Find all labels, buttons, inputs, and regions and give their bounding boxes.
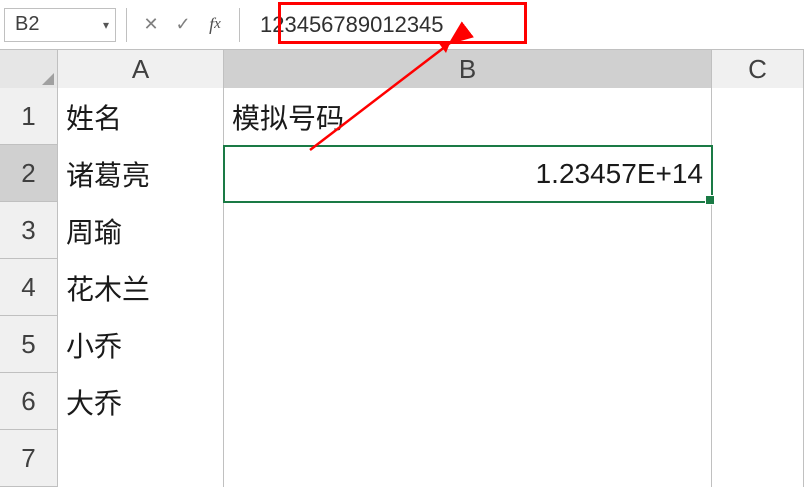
cell-A2[interactable]: 诸葛亮	[58, 145, 224, 202]
cell-B4[interactable]	[224, 259, 712, 316]
cell-C6[interactable]	[712, 373, 804, 430]
chevron-down-icon: ▾	[103, 18, 109, 32]
name-box-value: B2	[15, 13, 39, 36]
cancel-icon[interactable]: ✕	[137, 8, 165, 42]
row-header-5[interactable]: 5	[0, 316, 58, 372]
row-4: 4 花木兰	[0, 259, 804, 316]
column-header-C[interactable]: C	[712, 50, 804, 88]
row-3: 3 周瑜	[0, 202, 804, 259]
cell-C5[interactable]	[712, 316, 804, 373]
cell-A3[interactable]: 周瑜	[58, 202, 224, 259]
cell-B1[interactable]: 模拟号码	[224, 88, 712, 145]
column-header-A[interactable]: A	[58, 50, 224, 88]
row-5: 5 小乔	[0, 316, 804, 373]
cell-B3[interactable]	[224, 202, 712, 259]
row-header-6[interactable]: 6	[0, 373, 58, 429]
cell-A4[interactable]: 花木兰	[58, 259, 224, 316]
column-header-B[interactable]: B	[224, 50, 712, 88]
cell-B2[interactable]: 1.23457E+14	[224, 145, 712, 202]
row-header-3[interactable]: 3	[0, 202, 58, 258]
divider	[239, 8, 240, 42]
fx-icon[interactable]: fx	[201, 8, 229, 42]
cell-C3[interactable]	[712, 202, 804, 259]
row-2: 2 诸葛亮 1.23457E+14	[0, 145, 804, 202]
cell-B5[interactable]	[224, 316, 712, 373]
row-header-7[interactable]: 7	[0, 430, 58, 486]
cell-C4[interactable]	[712, 259, 804, 316]
row-header-4[interactable]: 4	[0, 259, 58, 315]
cell-C2[interactable]	[712, 145, 804, 202]
row-1: 1 姓名 模拟号码	[0, 88, 804, 145]
select-all-corner[interactable]	[0, 50, 58, 88]
spreadsheet-grid: A B C 1 姓名 模拟号码 2 诸葛亮 1.23457E+14 3 周瑜 4…	[0, 50, 804, 487]
cell-A1[interactable]: 姓名	[58, 88, 224, 145]
enter-icon[interactable]: ✓	[169, 8, 197, 42]
cell-C1[interactable]	[712, 88, 804, 145]
name-box[interactable]: B2 ▾	[4, 8, 116, 42]
cell-A7[interactable]	[58, 430, 224, 487]
column-headers: A B C	[0, 50, 804, 88]
row-header-1[interactable]: 1	[0, 88, 58, 144]
divider	[126, 8, 127, 42]
cell-A6[interactable]: 大乔	[58, 373, 224, 430]
row-7: 7	[0, 430, 804, 487]
formula-text: 123456789012345	[260, 12, 444, 38]
row-6: 6 大乔	[0, 373, 804, 430]
formula-bar: B2 ▾ ✕ ✓ fx 123456789012345	[0, 0, 804, 50]
formula-bar-input[interactable]: 123456789012345	[250, 8, 800, 42]
cell-B7[interactable]	[224, 430, 712, 487]
cell-B6[interactable]	[224, 373, 712, 430]
cell-A5[interactable]: 小乔	[58, 316, 224, 373]
row-header-2[interactable]: 2	[0, 145, 58, 201]
cell-C7[interactable]	[712, 430, 804, 487]
